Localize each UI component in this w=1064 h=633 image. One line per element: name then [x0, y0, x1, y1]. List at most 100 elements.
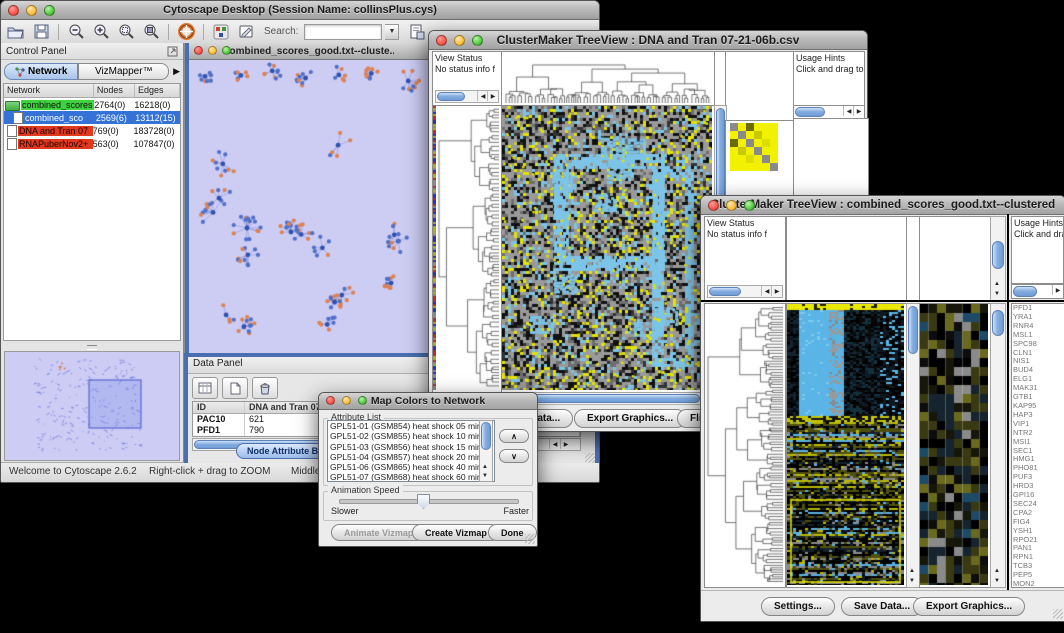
zoom-button[interactable] [358, 396, 367, 405]
matrix-cell[interactable] [746, 163, 754, 171]
scrollbar-thumb[interactable] [795, 107, 825, 117]
attribute-item[interactable]: GPL51-06 (GSM865) heat shock 40 min [330, 462, 494, 472]
matrix-cell[interactable] [738, 147, 746, 155]
search-dropdown-button[interactable]: ▼ [385, 24, 399, 40]
column-labels-vscrollbar[interactable]: ▲▼ [990, 216, 1006, 301]
move-up-button[interactable]: ∧ [499, 429, 529, 443]
matrix-cell[interactable] [730, 163, 738, 171]
hints-hscrollbar[interactable]: ▶ [1011, 284, 1064, 299]
row-dendrogram[interactable] [432, 105, 502, 393]
matrix-cell[interactable] [746, 147, 754, 155]
matrix-cell[interactable] [754, 147, 762, 155]
scrollbar-thumb[interactable] [437, 92, 465, 101]
export-graphics-button[interactable]: Export Graphics... [913, 597, 1025, 616]
search-input[interactable] [304, 24, 382, 40]
save-data-button[interactable]: Save Data... [841, 597, 923, 616]
network-list-row[interactable]: DNA and Tran 07 769(0) 183728(0) [4, 124, 180, 137]
gene-list-vscrollbar[interactable]: ▲▼ [990, 303, 1006, 588]
column-dendrogram[interactable] [501, 51, 715, 106]
zoom-button[interactable] [222, 46, 231, 55]
main-heatmap[interactable] [786, 303, 907, 588]
matrix-cell[interactable] [730, 147, 738, 155]
matrix-cell[interactable] [754, 155, 762, 163]
close-button[interactable] [326, 396, 335, 405]
scrollbar-thumb[interactable] [1013, 286, 1037, 297]
resize-grip[interactable] [585, 453, 595, 463]
network-list-row[interactable]: combined_sco 2569(6) 13112(15) [4, 111, 180, 124]
close-button[interactable] [436, 35, 447, 46]
scrollbar-thumb[interactable] [992, 310, 1004, 336]
minimize-button[interactable] [26, 5, 37, 16]
attribute-item[interactable]: GPL51-03 (GSM856) heat shock 15 min [330, 442, 494, 452]
attribute-batch-icon[interactable] [406, 22, 428, 41]
network-list-row[interactable]: combined_scores 2764(0) 16218(0) [4, 98, 180, 111]
zoom-button[interactable] [744, 200, 755, 211]
zoom-selected-icon[interactable] [115, 22, 137, 41]
minimize-button[interactable] [454, 35, 465, 46]
minimize-button[interactable] [342, 396, 351, 405]
cytoscape-titlebar[interactable]: Cytoscape Desktop (Session Name: collins… [1, 1, 599, 20]
attribute-item[interactable]: GPL51-02 (GSM855) heat shock 10 min [330, 431, 494, 441]
attribute-item[interactable]: GPL51-04 (GSM857) heat shock 20 min [330, 452, 494, 462]
annotation-icon[interactable] [235, 22, 257, 41]
zoom-out-icon[interactable] [65, 22, 87, 41]
resize-grip[interactable] [1053, 609, 1063, 619]
select-attributes-icon[interactable] [192, 377, 218, 399]
matrix-cell[interactable] [730, 123, 738, 131]
matrix-cell[interactable] [738, 131, 746, 139]
matrix-cell[interactable] [746, 155, 754, 163]
scrollbar-thumb[interactable] [709, 287, 741, 296]
matrix-cell[interactable] [762, 163, 770, 171]
matrix-cell[interactable] [770, 139, 778, 147]
network-frame-titlebar[interactable]: combined_scores_good.txt--cluste... [189, 43, 429, 60]
tab-network[interactable]: Network [4, 63, 78, 80]
zoom-in-icon[interactable] [90, 22, 112, 41]
treeview1-titlebar[interactable]: ClusterMaker TreeView : DNA and Tran 07-… [429, 31, 867, 50]
scrollbar-thumb[interactable] [481, 422, 491, 450]
matrix-cell[interactable] [738, 163, 746, 171]
minimize-button[interactable] [208, 46, 217, 55]
attribute-list[interactable]: GPL51-01 (GSM854) heat shock 05 minGPL51… [327, 420, 495, 482]
resize-grip[interactable] [525, 534, 535, 544]
attribute-item[interactable]: GPL51-07 (GSM868) heat shock 60 min [330, 472, 494, 482]
network-overview-panel[interactable] [4, 351, 180, 461]
export-graphics-button[interactable]: Export Graphics... [574, 409, 686, 428]
zoom-button[interactable] [472, 35, 483, 46]
delete-attribute-icon[interactable] [252, 377, 278, 399]
save-icon[interactable] [30, 22, 52, 41]
matrix-cell[interactable] [762, 155, 770, 163]
matrix-cell[interactable] [730, 131, 738, 139]
main-heatmap[interactable] [501, 105, 715, 393]
matrix-cell[interactable] [754, 139, 762, 147]
matrix-cell[interactable] [770, 123, 778, 131]
matrix-cell[interactable] [770, 131, 778, 139]
network-view[interactable] [189, 60, 421, 364]
attribute-list-vscrollbar[interactable]: ▲▼ [479, 420, 493, 482]
matrix-cell[interactable] [738, 139, 746, 147]
attribute-item[interactable]: GPL51-01 (GSM854) heat shock 05 min [330, 421, 494, 431]
matrix-cell[interactable] [746, 139, 754, 147]
matrix-cell[interactable] [762, 131, 770, 139]
heatmap-vscrollbar[interactable]: ▲▼ [906, 303, 920, 588]
panel-divider[interactable] [3, 343, 181, 351]
matrix-cell[interactable] [738, 123, 746, 131]
scrollbar-thumb[interactable] [908, 306, 918, 354]
scrollbar-thumb[interactable] [992, 241, 1004, 269]
close-button[interactable] [708, 200, 719, 211]
close-button[interactable] [194, 46, 203, 55]
zoom-fit-icon[interactable] [140, 22, 162, 41]
matrix-cell[interactable] [730, 139, 738, 147]
dialog-titlebar[interactable]: Map Colors to Network [319, 393, 537, 410]
open-folder-icon[interactable] [5, 22, 27, 41]
matrix-cell[interactable] [754, 123, 762, 131]
matrix-cell[interactable] [762, 123, 770, 131]
treeview2-titlebar[interactable]: ClusterMaker TreeView : combined_scores_… [701, 196, 1064, 215]
zoom-heatmap[interactable] [919, 303, 991, 588]
matrix-cell[interactable] [770, 155, 778, 163]
matrix-cell[interactable] [730, 155, 738, 163]
matrix-cell[interactable] [738, 155, 746, 163]
float-panel-icon[interactable] [167, 46, 178, 57]
matrix-cell[interactable] [754, 163, 762, 171]
move-down-button[interactable]: ∨ [499, 449, 529, 463]
status-hscrollbar[interactable]: ◀▶ [707, 285, 783, 298]
